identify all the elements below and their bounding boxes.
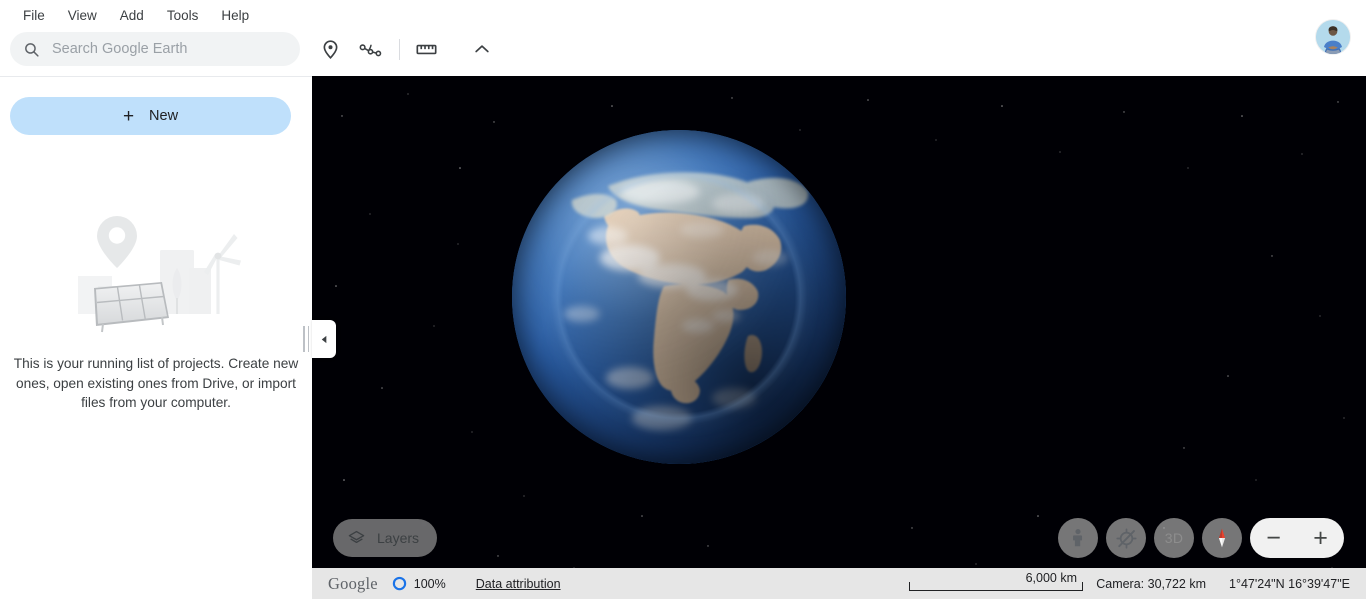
path-icon-button[interactable]: [354, 33, 386, 65]
search-box[interactable]: [10, 32, 300, 66]
3d-icon: 3D: [1164, 530, 1184, 546]
menu-help[interactable]: Help: [212, 5, 258, 26]
projects-empty-text: This is your running list of projects. C…: [13, 356, 299, 410]
zoom-out-button[interactable]: −: [1255, 525, 1293, 551]
new-project-label: New: [149, 108, 179, 124]
ruler-icon-button[interactable]: [410, 33, 442, 65]
pegman-icon: [1073, 529, 1083, 547]
map-controls: 3D − +: [1058, 518, 1344, 558]
chevron-left-icon: [321, 335, 326, 343]
map-scale-bar: 6,000 km: [903, 571, 1089, 596]
search-input[interactable]: [52, 41, 267, 57]
google-earth-app: File View Add Tools Help Search Google E…: [0, 0, 1366, 599]
location-off-button[interactable]: [1106, 518, 1146, 558]
projects-empty-illustration: [0, 195, 312, 350]
google-logo: Google: [328, 573, 378, 593]
earth-globe[interactable]: [501, 119, 857, 475]
search-icon: [23, 41, 40, 58]
menu-add[interactable]: Add: [111, 5, 153, 26]
data-attribution-link[interactable]: Data attribution: [476, 577, 561, 591]
header-toolbar-row: [0, 30, 1366, 76]
toolbar-divider: [399, 39, 400, 60]
new-project-button[interactable]: + New: [10, 97, 291, 135]
camera-altitude-label: Camera: 30,722 km: [1096, 576, 1206, 591]
collapse-sidebar-button[interactable]: [312, 320, 336, 358]
chevron-up-icon-button[interactable]: [466, 33, 498, 65]
loading-progress-ring: [392, 576, 407, 591]
zoom-in-button[interactable]: +: [1302, 525, 1340, 551]
sidebar-resize-handle[interactable]: [303, 326, 309, 352]
coordinates-label: 1°47'24"N 16°39'47"E: [1229, 576, 1350, 591]
layers-icon: [348, 530, 365, 543]
status-bar: Google 100% Data attribution 6,000 km Ca…: [312, 568, 1366, 599]
globe-sphere: [512, 130, 846, 464]
menu-file[interactable]: File: [14, 5, 54, 26]
map-pin-icon-button[interactable]: [314, 33, 346, 65]
globe-limb: [512, 130, 846, 464]
toggle-3d-button[interactable]: 3D: [1154, 518, 1194, 558]
avatar[interactable]: [1316, 20, 1350, 54]
compass-icon: [1218, 528, 1226, 548]
layers-label: Layers: [377, 530, 420, 546]
street-view-pegman-button[interactable]: [1058, 518, 1098, 558]
plus-icon: +: [122, 105, 135, 127]
menu-view[interactable]: View: [59, 5, 106, 26]
location-off-icon: [1115, 527, 1137, 549]
projects-sidebar: + New This is your running list of proje…: [0, 76, 312, 599]
earth-map-viewport[interactable]: Layers 3D − +: [312, 76, 1366, 599]
menu-bar: File View Add Tools Help: [0, 0, 312, 30]
map-scale-ruler: [909, 582, 1083, 591]
loading-progress-label: 100%: [413, 576, 446, 591]
compass-button[interactable]: [1202, 518, 1242, 558]
app-header: File View Add Tools Help: [0, 0, 1366, 76]
layers-button[interactable]: Layers: [333, 519, 438, 557]
zoom-controls: − +: [1250, 518, 1344, 558]
menu-tools[interactable]: Tools: [158, 5, 208, 26]
